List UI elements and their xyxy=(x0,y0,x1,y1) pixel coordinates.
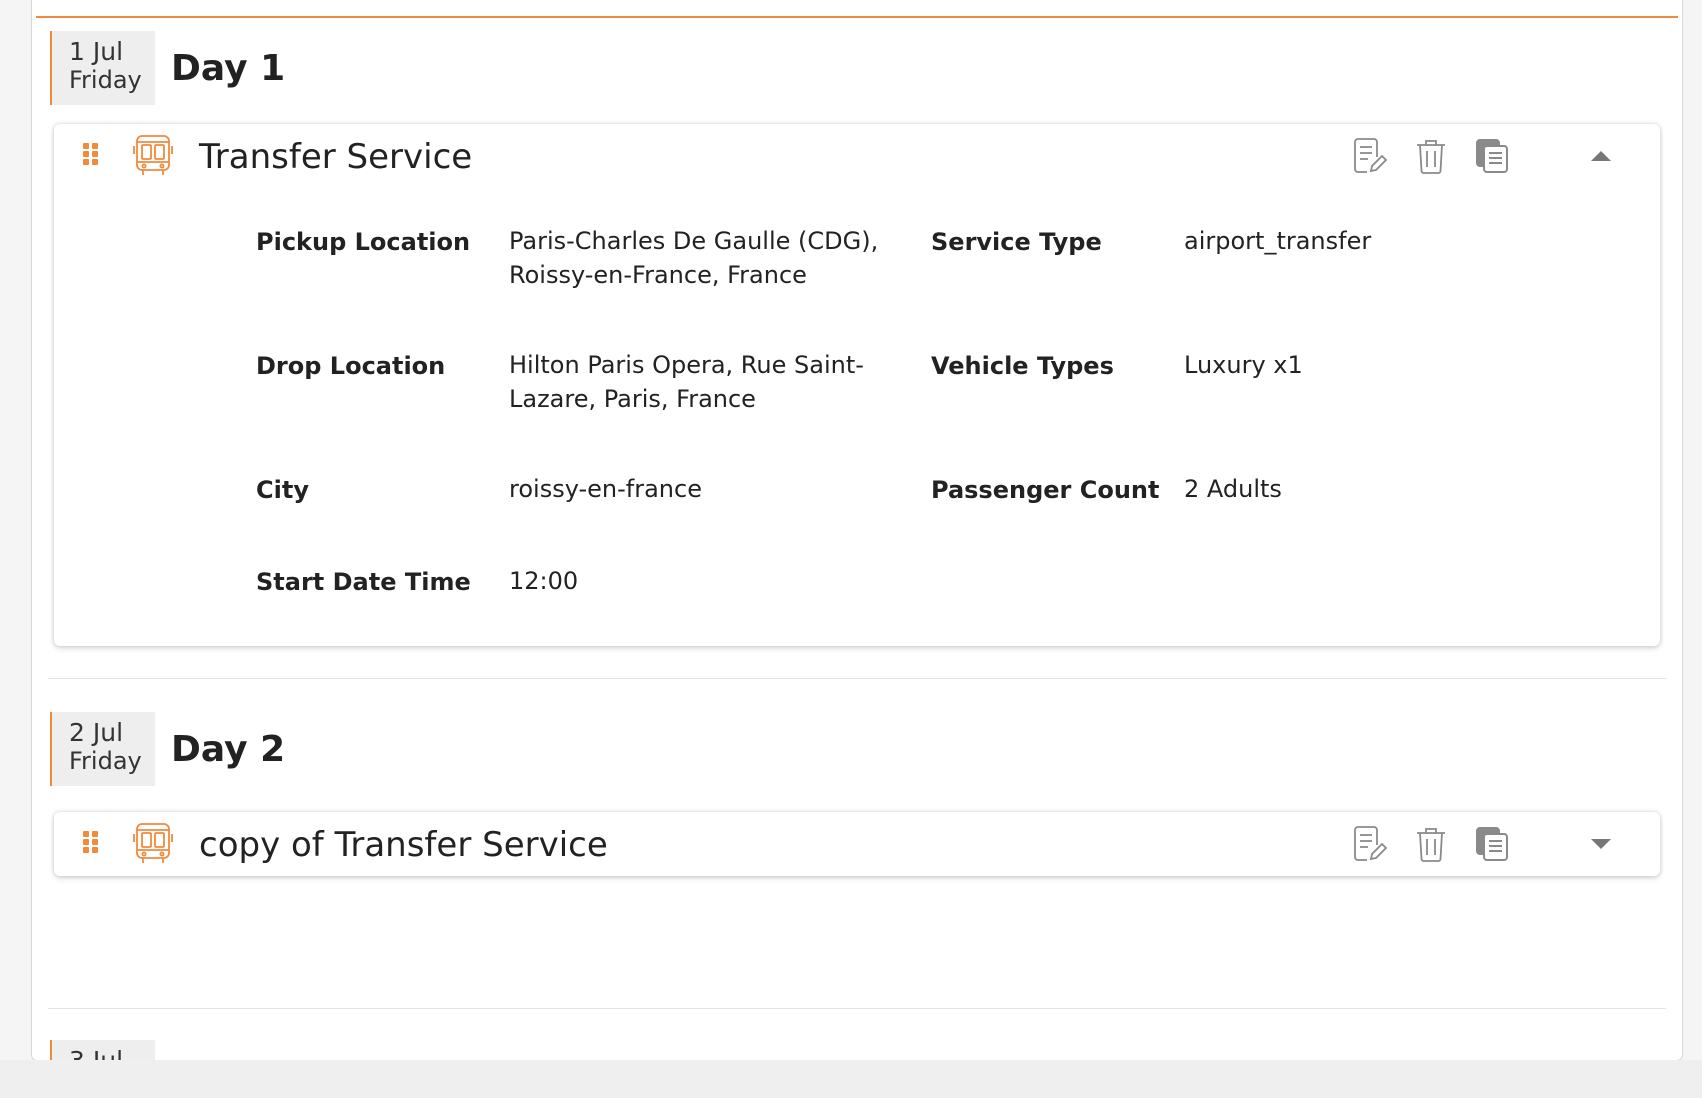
card-actions xyxy=(1350,136,1621,176)
bus-icon xyxy=(133,823,173,863)
vehicle-types-label: Vehicle Types xyxy=(931,352,1114,380)
collapse-button[interactable] xyxy=(1581,136,1621,176)
day-3-date-box: 3 Jul xyxy=(50,1040,155,1061)
delete-button[interactable] xyxy=(1411,824,1451,864)
edit-button[interactable] xyxy=(1350,824,1390,864)
drag-handle-icon[interactable] xyxy=(83,831,99,853)
day-1-weekday: Friday xyxy=(69,66,142,94)
copy-icon xyxy=(1476,827,1508,861)
service-title: Transfer Service xyxy=(199,137,473,177)
start-date-time-label: Start Date Time xyxy=(256,568,471,596)
detail-row-city: City roissy-en-france Passenger Count 2 … xyxy=(54,475,1660,568)
service-type-value: airport_transfer xyxy=(1184,227,1372,255)
day-1-date: 1 Jul xyxy=(69,37,124,66)
chevron-up-icon xyxy=(1591,151,1611,161)
day-divider xyxy=(48,1008,1666,1009)
detail-row-pickup: Pickup Location Paris-Charles De Gaulle … xyxy=(54,227,1660,352)
service-card-header[interactable]: copy of Transfer Service xyxy=(54,812,1660,876)
drop-location-value: Hilton Paris Opera, Rue Saint-Lazare, Pa… xyxy=(509,351,864,413)
day-1-title: Day 1 xyxy=(171,47,286,89)
top-accent-line xyxy=(36,16,1678,18)
drag-handle-icon[interactable] xyxy=(83,143,99,165)
pickup-location-label: Pickup Location xyxy=(256,228,471,256)
card-actions xyxy=(1350,824,1621,864)
chevron-down-icon xyxy=(1591,839,1611,849)
vehicle-types-value: Luxury x1 xyxy=(1184,351,1303,379)
service-type-label: Service Type xyxy=(931,228,1102,256)
service-title: copy of Transfer Service xyxy=(199,825,608,865)
edit-note-icon xyxy=(1354,826,1387,861)
service-card-day-1: Transfer Service Pickup Location Paris-C… xyxy=(54,124,1660,646)
service-card-day-2: copy of Transfer Service xyxy=(54,812,1660,876)
drop-location-label: Drop Location xyxy=(256,352,446,380)
itinerary-panel: 1 Jul Friday Day 1 Transfer Service Pick… xyxy=(31,0,1683,1061)
bottom-bar xyxy=(0,1060,1702,1098)
service-card-header[interactable]: Transfer Service xyxy=(54,124,1660,188)
trash-icon xyxy=(1417,828,1445,862)
passenger-count-value: 2 Adults xyxy=(1184,475,1282,503)
trash-icon xyxy=(1417,140,1445,174)
day-1-header: 1 Jul Friday Day 1 xyxy=(50,31,285,105)
detail-row-start: Start Date Time 12:00 xyxy=(54,567,1660,624)
service-details: Pickup Location Paris-Charles De Gaulle … xyxy=(54,188,1660,646)
day-1-date-box: 1 Jul Friday xyxy=(50,31,155,105)
edit-button[interactable] xyxy=(1350,136,1390,176)
copy-icon xyxy=(1476,139,1508,173)
delete-button[interactable] xyxy=(1411,136,1451,176)
edit-note-icon xyxy=(1354,138,1387,173)
pickup-location-value: Paris-Charles De Gaulle (CDG), Roissy-en… xyxy=(509,227,879,289)
day-3-date: 3 Jul xyxy=(69,1046,124,1061)
day-divider xyxy=(48,678,1666,679)
bus-icon xyxy=(133,135,173,175)
passenger-count-label: Passenger Count xyxy=(931,476,1160,504)
day-2-date: 2 Jul xyxy=(69,718,124,747)
detail-row-drop: Drop Location Hilton Paris Opera, Rue Sa… xyxy=(54,351,1660,476)
day-2-date-box: 2 Jul Friday xyxy=(50,712,155,786)
copy-button[interactable] xyxy=(1472,136,1512,176)
day-3-header: 3 Jul xyxy=(50,1040,155,1061)
copy-button[interactable] xyxy=(1472,824,1512,864)
day-2-weekday: Friday xyxy=(69,747,142,775)
day-2-header: 2 Jul Friday Day 2 xyxy=(50,712,285,786)
expand-button[interactable] xyxy=(1581,824,1621,864)
city-value: roissy-en-france xyxy=(509,475,702,503)
start-date-time-value: 12:00 xyxy=(509,567,579,595)
city-label: City xyxy=(256,476,309,504)
day-2-title: Day 2 xyxy=(171,728,286,770)
